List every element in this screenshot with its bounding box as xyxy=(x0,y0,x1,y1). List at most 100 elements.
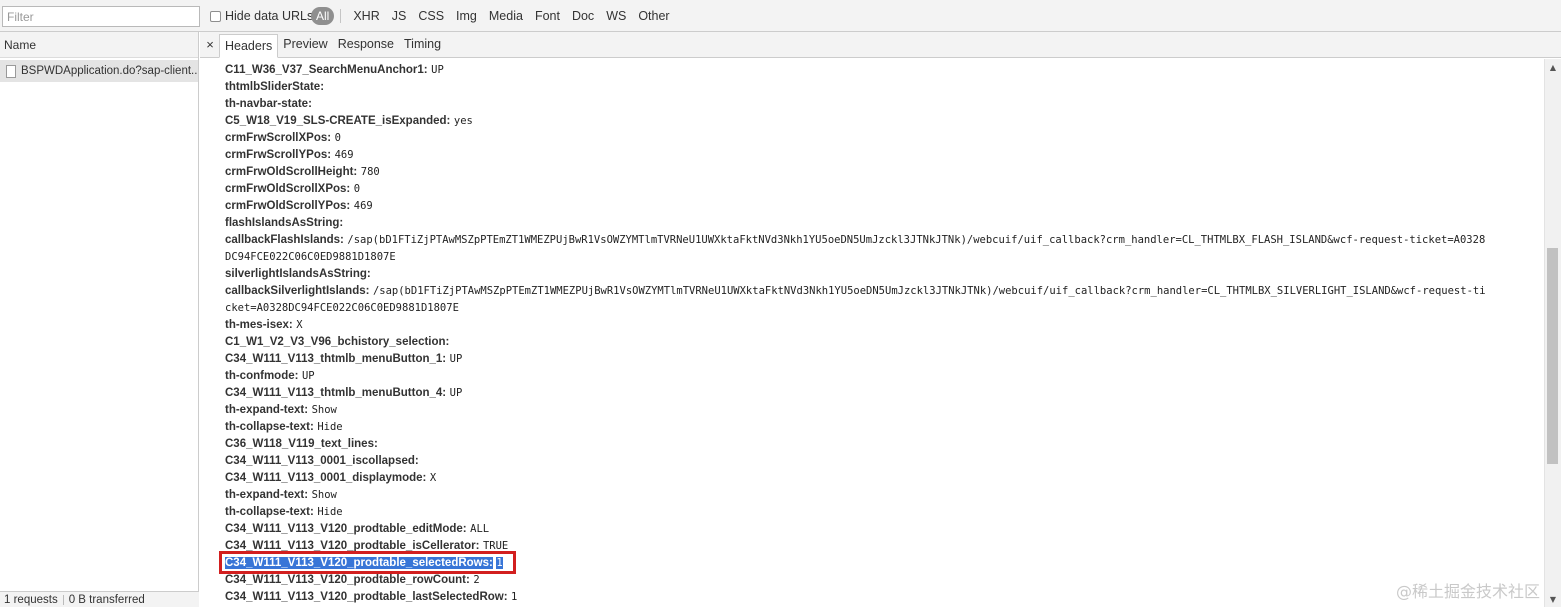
tab-timing[interactable]: Timing xyxy=(399,33,446,57)
name-column-header[interactable]: Name xyxy=(0,32,198,58)
header-key: crmFrwOldScrollYPos: xyxy=(225,200,351,212)
scroll-down-arrow-icon[interactable]: ▼ xyxy=(1545,591,1561,607)
header-key: C1_W1_V2_V3_V96_bchistory_selection: xyxy=(225,336,450,348)
header-key: C36_W118_V119_text_lines: xyxy=(225,438,378,450)
header-key: th-navbar-state: xyxy=(225,98,312,110)
tab-headers[interactable]: Headers xyxy=(219,34,279,58)
tab-preview[interactable]: Preview xyxy=(278,33,332,57)
type-filter-all[interactable]: All xyxy=(311,7,335,25)
header-key: crmFrwOldScrollXPos: xyxy=(225,183,351,195)
type-filter-xhr[interactable]: XHR xyxy=(347,9,385,23)
header-key: th-mes-isex: xyxy=(225,319,293,331)
scroll-up-arrow-icon[interactable]: ▲ xyxy=(1545,59,1561,75)
header-row: th-mes-isex: X xyxy=(225,316,1540,334)
header-key: crmFrwOldScrollHeight: xyxy=(225,166,358,178)
header-row-continuation: DC94FCE022C06C0ED9881D1807E xyxy=(225,248,1540,266)
header-row: th-confmode: UP xyxy=(225,367,1540,385)
filter-input[interactable] xyxy=(2,6,200,27)
type-filter-css[interactable]: CSS xyxy=(412,9,450,23)
header-value: 469 xyxy=(334,149,354,161)
transferred-size: 0 B transferred xyxy=(68,594,145,606)
type-filter-doc[interactable]: Doc xyxy=(566,9,600,23)
header-row: crmFrwScrollYPos: 469 xyxy=(225,146,1540,164)
header-key: th-expand-text: xyxy=(225,404,309,416)
header-row: th-collapse-text: Hide xyxy=(225,503,1540,521)
header-key: C34_W111_V113_thtmlb_menuButton_4: xyxy=(225,387,447,399)
header-row-continuation: cket=A0328DC94FCE022C06C0ED9881D1807E xyxy=(225,299,1540,317)
type-filter-divider xyxy=(340,9,342,23)
header-row: th-expand-text: Show xyxy=(225,401,1540,419)
request-row[interactable]: BSPWDApplication.do?sap-client... xyxy=(0,60,198,82)
header-value: DC94FCE022C06C0ED9881D1807E xyxy=(225,251,396,263)
header-key: thtmlbSliderState: xyxy=(225,81,325,93)
header-key: flashIslandsAsString: xyxy=(225,217,344,229)
header-value: /sap(bD1FTiZjPTAwMSZpPTEmZT1WMEZPUjBwR1V… xyxy=(372,285,1486,297)
header-key: C34_W111_V113_0001_iscollapsed: xyxy=(225,455,419,467)
type-filter-other[interactable]: Other xyxy=(632,9,675,23)
request-count: 1 requests xyxy=(4,594,58,606)
request-detail-pane: × Headers Preview Response Timing C11_W3… xyxy=(200,32,1561,607)
header-key: silverlightIslandsAsString: xyxy=(225,268,371,280)
scroll-thumb[interactable] xyxy=(1547,248,1558,464)
header-value: 2 xyxy=(473,574,480,586)
header-row: C5_W18_V19_SLS-CREATE_isExpanded: yes xyxy=(225,112,1540,130)
header-key: callbackFlashIslands: xyxy=(225,234,344,246)
header-key: C5_W18_V19_SLS-CREATE_isExpanded: xyxy=(225,115,451,127)
header-value: /sap(bD1FTiZjPTAwMSZpPTEmZT1WMEZPUjBwR1V… xyxy=(347,234,1486,246)
vertical-scrollbar[interactable]: ▲ ▼ xyxy=(1544,59,1561,607)
header-row: crmFrwOldScrollXPos: 0 xyxy=(225,180,1540,198)
header-key: th-collapse-text: xyxy=(225,506,314,518)
header-row: C34_W111_V113_thtmlb_menuButton_1: UP xyxy=(225,350,1540,368)
header-key: C34_W111_V113_V120_prodtable_rowCount: xyxy=(225,574,470,586)
tab-response[interactable]: Response xyxy=(333,33,399,57)
header-row: crmFrwOldScrollHeight: 780 xyxy=(225,163,1540,181)
header-value: Show xyxy=(311,404,337,416)
request-name: BSPWDApplication.do?sap-client... xyxy=(21,65,198,77)
header-row: silverlightIslandsAsString: xyxy=(225,265,1540,283)
form-data-list: C11_W36_V37_SearchMenuAnchor1: UP thtmlbS… xyxy=(200,59,1544,607)
network-toolbar: Hide data URLs All XHR JS CSS Img Media … xyxy=(0,0,1561,32)
header-row: th-collapse-text: Hide xyxy=(225,418,1540,436)
header-key: crmFrwScrollXPos: xyxy=(225,132,332,144)
type-filter-ws[interactable]: WS xyxy=(600,9,632,23)
header-row: th-navbar-state: xyxy=(225,95,1540,113)
header-value: ALL xyxy=(470,523,490,535)
close-icon[interactable]: × xyxy=(201,32,219,57)
header-key: C34_W111_V113_thtmlb_menuButton_1: xyxy=(225,353,447,365)
header-value: UP xyxy=(449,353,463,365)
header-key: callbackSilverlightIslands: xyxy=(225,285,370,297)
header-key: th-collapse-text: xyxy=(225,421,314,433)
header-value: cket=A0328DC94FCE022C06C0ED9881D1807E xyxy=(225,302,459,314)
header-key: C34_W111_V113_V120_prodtable_lastSelecte… xyxy=(225,591,508,603)
header-value: UP xyxy=(431,64,444,76)
type-filter-media[interactable]: Media xyxy=(483,9,529,23)
watermark: @稀土掘金技术社区 xyxy=(1396,582,1541,601)
header-value: X xyxy=(429,472,437,484)
header-key: th-confmode: xyxy=(225,370,299,382)
header-value: 0 xyxy=(353,183,361,195)
header-key: C34_W111_V113_V120_prodtable_editMode: xyxy=(225,523,467,535)
header-value: Hide xyxy=(317,506,343,518)
header-row: C34_W111_V113_V120_prodtable_editMode: A… xyxy=(225,520,1540,538)
hide-data-urls-toggle[interactable]: Hide data URLs xyxy=(210,8,313,24)
header-row: th-expand-text: Show xyxy=(225,486,1540,504)
header-value: UP xyxy=(449,387,463,399)
header-value: 0 xyxy=(334,132,341,144)
header-value: 780 xyxy=(360,166,380,178)
detail-tabs: × Headers Preview Response Timing xyxy=(200,32,1561,58)
request-list: Name BSPWDApplication.do?sap-client... xyxy=(0,32,199,607)
header-key: crmFrwScrollYPos: xyxy=(225,149,332,161)
header-value: UP xyxy=(301,370,315,382)
hide-data-urls-label: Hide data URLs xyxy=(225,9,314,23)
header-row: C34_W111_V113_thtmlb_menuButton_4: UP xyxy=(225,384,1540,402)
type-filter-font[interactable]: Font xyxy=(529,9,566,23)
type-filter-img[interactable]: Img xyxy=(450,9,483,23)
hide-data-urls-checkbox[interactable] xyxy=(210,10,221,22)
type-filter-js[interactable]: JS xyxy=(386,9,413,23)
resource-type-filters: All XHR JS CSS Img Media Font Doc WS Oth… xyxy=(311,6,676,26)
header-value: 1 xyxy=(511,591,518,603)
header-row: C11_W36_V37_SearchMenuAnchor1: UP xyxy=(225,61,1540,79)
selection-highlight-box xyxy=(219,551,516,574)
document-icon xyxy=(6,64,16,78)
header-value: Hide xyxy=(317,421,343,433)
